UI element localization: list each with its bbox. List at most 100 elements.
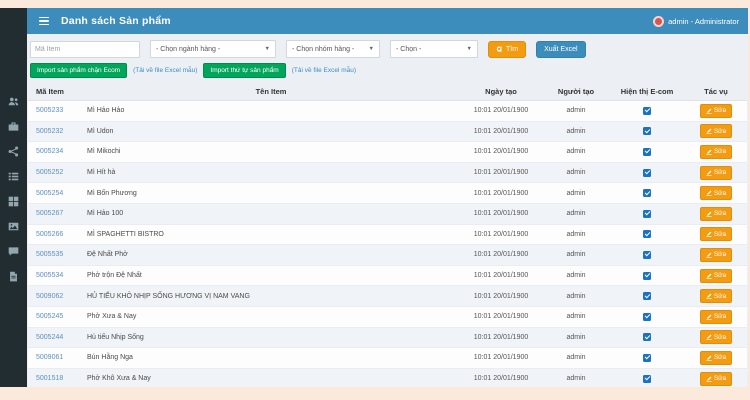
column-header-ecom: Hiện thị E-com <box>609 84 685 101</box>
export-excel-button[interactable]: Xuất Excel <box>536 41 585 58</box>
created-date: 10:01 20/01/1900 <box>459 121 543 142</box>
edit-button[interactable]: Sửa <box>700 372 732 386</box>
created-date: 10:01 20/01/1900 <box>459 327 543 348</box>
edit-button-label: Sửa <box>714 231 726 238</box>
excel-template-link-2[interactable]: (Tải về file Excel mẫu) <box>292 67 356 74</box>
edit-button-label: Sửa <box>714 375 726 382</box>
ecom-checkbox[interactable] <box>643 272 651 280</box>
ecom-checkbox[interactable] <box>643 292 651 300</box>
created-by: admin <box>543 286 609 307</box>
chevron-down-icon: ▼ <box>265 46 270 52</box>
ecom-checkbox[interactable] <box>643 354 651 362</box>
table-row: 5005252 Mì Hít hà 10:01 20/01/1900 admin… <box>28 162 747 183</box>
ecom-checkbox[interactable] <box>643 210 651 218</box>
ecom-checkbox[interactable] <box>643 230 651 238</box>
edit-button[interactable]: Sửa <box>700 166 732 180</box>
users-icon[interactable] <box>8 96 19 107</box>
ecom-checkbox[interactable] <box>643 148 651 156</box>
page-title: Danh sách Sản phẩm <box>61 15 171 27</box>
edit-button[interactable]: Sửa <box>700 124 732 138</box>
table-row: 5009062 HỦ TIẾU KHÔ NHỊP SỐNG HƯƠNG VỊ N… <box>28 286 747 307</box>
user-menu[interactable]: admin - Administrator <box>653 16 739 27</box>
edit-button[interactable]: Sửa <box>700 207 732 221</box>
search-button[interactable]: Tìm <box>488 41 526 58</box>
other-select[interactable]: - Chọn - ▼ <box>390 40 478 58</box>
group-select[interactable]: - Chọn nhóm hàng - ▼ <box>286 40 380 58</box>
item-code-link[interactable]: 5005244 <box>28 327 83 348</box>
grid-icon[interactable] <box>8 196 19 207</box>
item-code-link[interactable]: 5005254 <box>28 183 83 204</box>
table-row: 5005535 Đệ Nhất Phở 10:01 20/01/1900 adm… <box>28 245 747 266</box>
edit-button[interactable]: Sửa <box>700 330 732 344</box>
edit-button-label: Sửa <box>714 293 726 300</box>
table-row: 5005254 Mì Bốn Phương 10:01 20/01/1900 a… <box>28 183 747 204</box>
ecom-checkbox[interactable] <box>643 127 651 135</box>
created-by: admin <box>543 203 609 224</box>
search-button-label: Tìm <box>506 46 518 53</box>
created-by: admin <box>543 121 609 142</box>
category-select[interactable]: - Chọn ngành hàng - ▼ <box>150 40 276 58</box>
item-code-link[interactable]: 5001518 <box>28 368 83 387</box>
edit-button-label: Sửa <box>714 190 726 197</box>
filter-bar: - Chọn ngành hàng - ▼ - Chọn nhóm hàng -… <box>28 34 747 63</box>
edit-button[interactable]: Sửa <box>700 269 732 283</box>
item-code-link[interactable]: 5005232 <box>28 121 83 142</box>
ecom-checkbox[interactable] <box>643 251 651 259</box>
item-name: Mì Hảo 100 <box>83 203 459 224</box>
comment-icon[interactable] <box>8 246 19 257</box>
item-code-link[interactable]: 5005267 <box>28 203 83 224</box>
ecom-checkbox[interactable] <box>643 169 651 177</box>
item-code-link[interactable]: 5005234 <box>28 142 83 163</box>
item-code-link[interactable]: 5005534 <box>28 265 83 286</box>
content: - Chọn ngành hàng - ▼ - Chọn nhóm hàng -… <box>27 34 748 387</box>
ecom-checkbox[interactable] <box>643 189 651 197</box>
item-code-link[interactable]: 5005252 <box>28 162 83 183</box>
item-name: Phở Xưa & Nay <box>83 306 459 327</box>
import-ecom-button[interactable]: Import sản phẩm chặn Ecom <box>30 63 127 78</box>
ecom-checkbox[interactable] <box>643 333 651 341</box>
edit-button[interactable]: Sửa <box>700 351 732 365</box>
ecom-checkbox[interactable] <box>643 107 651 115</box>
column-header-name: Tên Item <box>83 84 459 101</box>
image-icon[interactable] <box>8 221 19 232</box>
import-order-button[interactable]: Import thứ tự sản phẩm <box>203 63 285 78</box>
created-by: admin <box>543 162 609 183</box>
edit-button[interactable]: Sửa <box>700 289 732 303</box>
created-by: admin <box>543 368 609 387</box>
table-row: 5005266 MÌ SPAGHETTI BISTRO 10:01 20/01/… <box>28 224 747 245</box>
item-name: Mì Mikochi <box>83 142 459 163</box>
edit-button[interactable]: Sửa <box>700 227 732 241</box>
item-code-link[interactable]: 5005535 <box>28 245 83 266</box>
item-code-link[interactable]: 5005266 <box>28 224 83 245</box>
created-by: admin <box>543 183 609 204</box>
menu-toggle-icon[interactable] <box>39 17 49 26</box>
edit-button[interactable]: Sửa <box>700 248 732 262</box>
file-icon[interactable] <box>8 271 19 282</box>
item-code-link[interactable]: 5005245 <box>28 306 83 327</box>
edit-icon <box>706 273 712 279</box>
item-code-link[interactable]: 5009061 <box>28 348 83 369</box>
ecom-checkbox[interactable] <box>643 313 651 321</box>
excel-template-link-1[interactable]: (Tải về file Excel mẫu) <box>133 67 197 74</box>
ecom-checkbox[interactable] <box>643 375 651 383</box>
search-icon <box>496 46 503 53</box>
edit-button-label: Sửa <box>714 251 726 258</box>
edit-icon <box>706 376 712 382</box>
edit-button-label: Sửa <box>714 148 726 155</box>
share-icon[interactable] <box>8 146 19 157</box>
created-date: 10:01 20/01/1900 <box>459 224 543 245</box>
edit-button[interactable]: Sửa <box>700 145 732 159</box>
sidebar <box>0 8 27 387</box>
created-by: admin <box>543 306 609 327</box>
search-input[interactable] <box>30 41 140 58</box>
item-code-link[interactable]: 5005233 <box>28 101 83 122</box>
briefcase-icon[interactable] <box>8 121 19 132</box>
edit-button[interactable]: Sửa <box>700 104 732 118</box>
created-by: admin <box>543 101 609 122</box>
item-code-link[interactable]: 5009062 <box>28 286 83 307</box>
created-date: 10:01 20/01/1900 <box>459 348 543 369</box>
chevron-down-icon: ▼ <box>369 46 374 52</box>
edit-button[interactable]: Sửa <box>700 186 732 200</box>
list-icon[interactable] <box>8 171 19 182</box>
edit-button[interactable]: Sửa <box>700 310 732 324</box>
